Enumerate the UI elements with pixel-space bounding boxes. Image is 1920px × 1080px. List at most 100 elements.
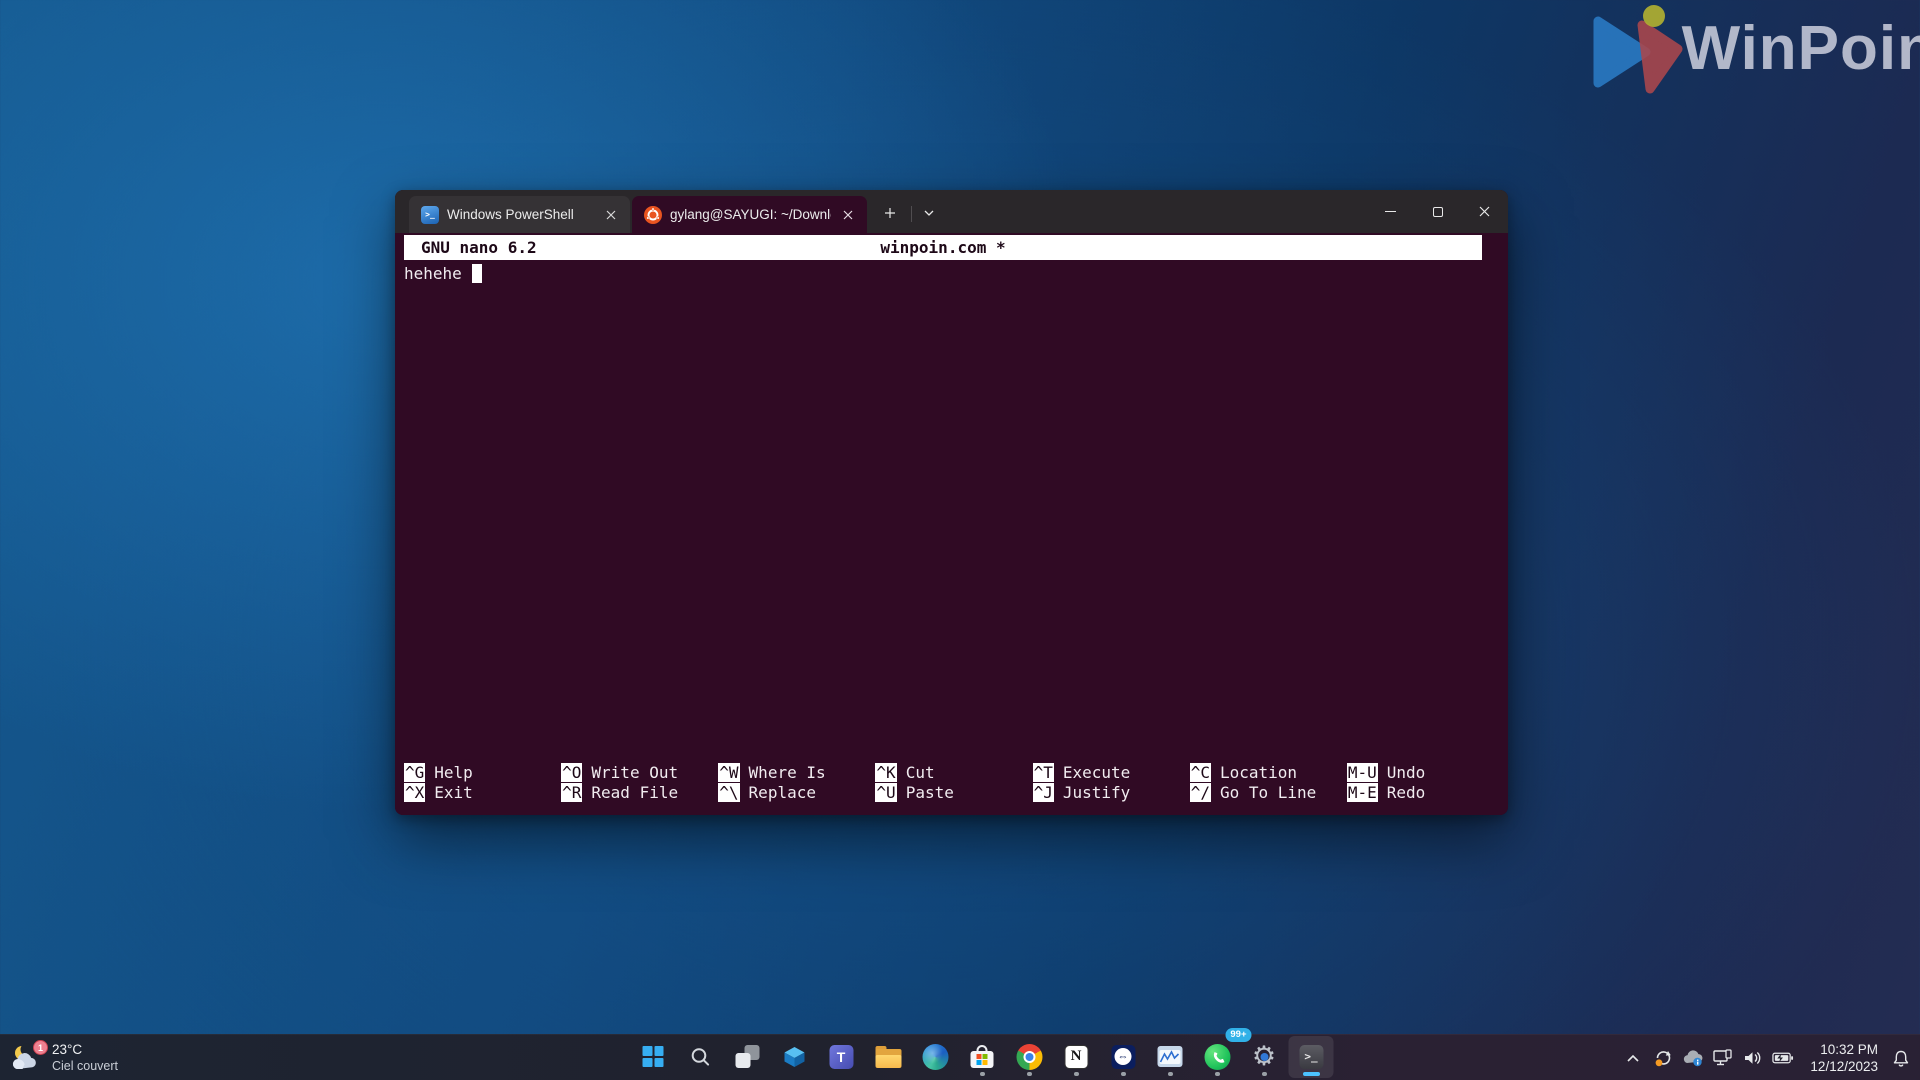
- clock-time: 10:32 PM: [1810, 1041, 1878, 1058]
- whatsapp-button[interactable]: 99+: [1195, 1036, 1240, 1078]
- settings-gear-icon: ⚙: [1250, 1043, 1278, 1071]
- active-app-indicator: [1303, 1072, 1320, 1076]
- task-view-icon: [735, 1045, 759, 1068]
- shortcut-label: Write Out: [591, 763, 678, 782]
- teams-button[interactable]: T: [819, 1036, 864, 1078]
- volume-button[interactable]: [1742, 1046, 1764, 1070]
- minimize-icon: [1385, 211, 1396, 213]
- taskbar: 1 23°C Ciel couvert T: [0, 1034, 1920, 1080]
- notification-center-button[interactable]: [1890, 1046, 1912, 1070]
- start-button[interactable]: [631, 1036, 676, 1078]
- shortcut-label: Replace: [749, 783, 816, 802]
- windows-terminal-button[interactable]: >_: [1289, 1036, 1334, 1078]
- shortcut-justify[interactable]: ^JJustify: [1033, 782, 1190, 802]
- shortcut-read-file[interactable]: ^RRead File: [561, 782, 718, 802]
- tray-overflow-button[interactable]: [1622, 1046, 1644, 1070]
- file-explorer-icon: [875, 1046, 901, 1068]
- ubuntu-icon: [644, 206, 662, 224]
- desktop: { "branding": { "logo_text": "WinPoin" }…: [0, 0, 1920, 1080]
- file-explorer-button[interactable]: [866, 1036, 911, 1078]
- shortcut-key: ^G: [404, 763, 425, 782]
- nano-buffer-line[interactable]: hehehe: [404, 262, 482, 284]
- close-button[interactable]: [1461, 190, 1508, 233]
- chrome-button[interactable]: [1007, 1036, 1052, 1078]
- shortcut-where-is[interactable]: ^WWhere Is: [718, 762, 875, 782]
- tab-close-icon[interactable]: [602, 206, 620, 224]
- shortcut-redo[interactable]: M-ERedo: [1347, 782, 1504, 802]
- microsoft-store-icon: [971, 1045, 994, 1068]
- tab-ubuntu-session[interactable]: gylang@SAYUGI: ~/Download: [632, 196, 867, 233]
- sync-icon: [1653, 1048, 1673, 1068]
- shortcut-label: Go To Line: [1220, 783, 1316, 802]
- taskbar-apps: T N ⇔: [630, 1034, 1335, 1079]
- tab-bar-divider: [911, 206, 912, 222]
- shortcut-go-to-line[interactable]: ^/ Go To Line: [1190, 782, 1347, 802]
- tab-dropdown-button[interactable]: [916, 198, 942, 228]
- shortcut-write-out[interactable]: ^O Write Out: [561, 762, 718, 782]
- weather-widget[interactable]: 1 23°C Ciel couvert: [10, 1035, 118, 1080]
- shortcut-key: ^T: [1033, 763, 1054, 782]
- system-tray: 10:32 PM 12/12/2023: [1622, 1035, 1912, 1080]
- shortcut-key: ^U: [875, 783, 896, 802]
- terminal-titlebar[interactable]: >_ Windows PowerShell gylang@SAYUGI: ~/D…: [395, 190, 1508, 233]
- notion-icon: N: [1064, 1045, 1088, 1069]
- clock-date: 12/12/2023: [1810, 1058, 1878, 1075]
- shortcut-key: ^/: [1190, 783, 1211, 802]
- shortcut-exit[interactable]: ^XExit: [404, 782, 561, 802]
- cast-device-button[interactable]: [1712, 1046, 1734, 1070]
- shortcut-column: M-UUndo M-ERedo: [1347, 762, 1504, 802]
- chrome-icon: [1016, 1044, 1042, 1070]
- sandbox-button[interactable]: [772, 1036, 817, 1078]
- shortcut-cut[interactable]: ^KCut: [875, 762, 1032, 782]
- onedrive-cloud-icon: [1682, 1049, 1704, 1067]
- notion-button[interactable]: N: [1054, 1036, 1099, 1078]
- shortcut-paste[interactable]: ^U Paste: [875, 782, 1032, 802]
- settings-button[interactable]: ⚙: [1242, 1036, 1287, 1078]
- shortcut-key: ^J: [1033, 783, 1054, 802]
- tab-label: gylang@SAYUGI: ~/Download: [670, 207, 831, 222]
- edge-icon: [922, 1044, 948, 1070]
- onedrive-button[interactable]: [1682, 1046, 1704, 1070]
- task-manager-icon: [1158, 1046, 1183, 1067]
- sync-status-button[interactable]: [1652, 1046, 1674, 1070]
- teamviewer-button[interactable]: ⇔: [1101, 1036, 1146, 1078]
- microsoft-store-button[interactable]: [960, 1036, 1005, 1078]
- tab-windows-powershell[interactable]: >_ Windows PowerShell: [409, 196, 630, 233]
- new-tab-button[interactable]: [875, 198, 905, 228]
- speaker-icon: [1743, 1050, 1763, 1066]
- search-button[interactable]: [678, 1036, 723, 1078]
- teams-icon: T: [829, 1045, 853, 1069]
- cast-monitor-icon: [1712, 1049, 1734, 1067]
- terminal-window: >_ Windows PowerShell gylang@SAYUGI: ~/D…: [395, 190, 1508, 815]
- task-view-button[interactable]: [725, 1036, 770, 1078]
- shortcut-replace[interactable]: ^\Replace: [718, 782, 875, 802]
- shortcut-location[interactable]: ^CLocation: [1190, 762, 1347, 782]
- edge-button[interactable]: [913, 1036, 958, 1078]
- battery-button[interactable]: [1772, 1046, 1794, 1070]
- battery-charging-icon: [1772, 1051, 1794, 1065]
- notification-badge: 1: [33, 1040, 48, 1055]
- shortcut-label: Exit: [434, 783, 473, 802]
- shortcut-column: ^KCut ^U Paste: [875, 762, 1032, 802]
- maximize-icon: [1433, 207, 1443, 217]
- shortcut-label: Paste: [906, 783, 954, 802]
- shortcut-column: ^GHelp ^XExit: [404, 762, 561, 802]
- tab-close-icon[interactable]: [839, 206, 857, 224]
- shortcut-key: ^R: [561, 783, 582, 802]
- powershell-icon: >_: [421, 206, 439, 224]
- weather-temperature: 23°C: [52, 1042, 118, 1058]
- shortcut-key: ^O: [561, 763, 582, 782]
- shortcut-undo[interactable]: M-UUndo: [1347, 762, 1504, 782]
- taskbar-clock[interactable]: 10:32 PM 12/12/2023: [1810, 1041, 1878, 1075]
- task-manager-button[interactable]: [1148, 1036, 1193, 1078]
- minimize-button[interactable]: [1367, 190, 1414, 233]
- windows-terminal-icon: >_: [1299, 1045, 1323, 1069]
- shortcut-label: Cut: [906, 763, 935, 782]
- nano-filename: winpoin.com *: [880, 238, 1005, 257]
- sandbox-cube-icon: [781, 1044, 807, 1070]
- maximize-button[interactable]: [1414, 190, 1461, 233]
- shortcut-execute[interactable]: ^T Execute: [1033, 762, 1190, 782]
- shortcut-label: Execute: [1063, 763, 1130, 782]
- shortcut-help[interactable]: ^GHelp: [404, 762, 561, 782]
- nano-editor[interactable]: GNU nano 6.2 winpoin.com * hehehe ^GHelp…: [395, 233, 1508, 815]
